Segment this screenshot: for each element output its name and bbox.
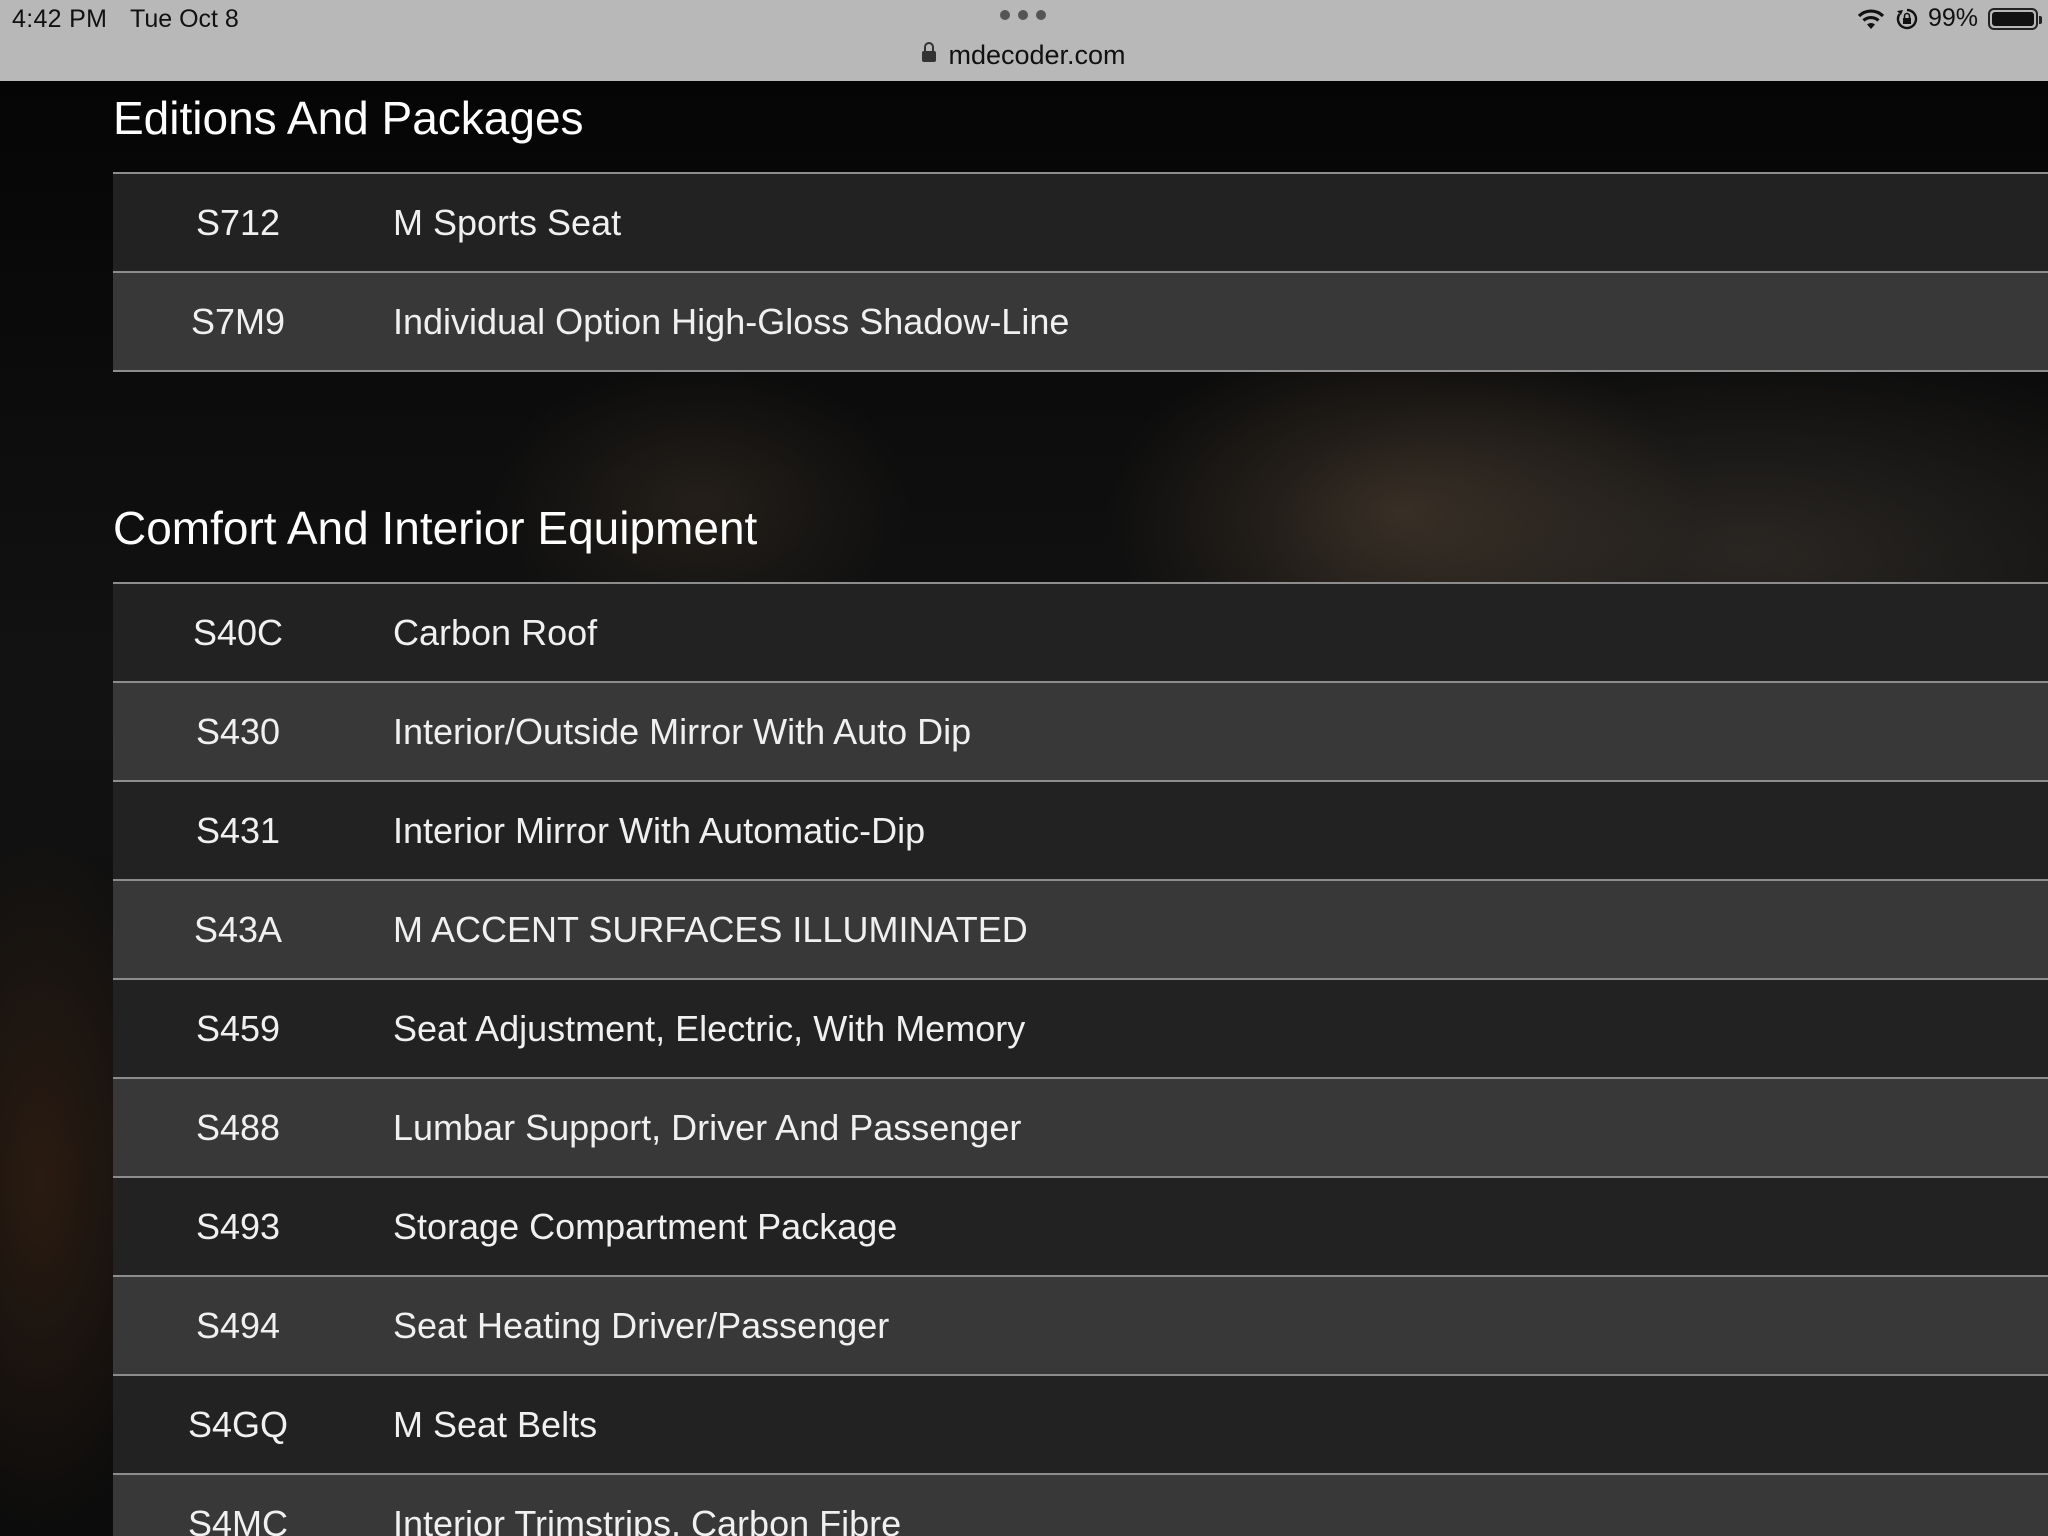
table-row: S4GQ M Seat Belts [113, 1376, 2048, 1475]
wifi-icon [1856, 8, 1886, 30]
status-icons: 99% [1856, 4, 2042, 33]
table-row: S431 Interior Mirror With Automatic-Dip [113, 782, 2048, 881]
option-description: Individual Option High-Gloss Shadow-Line [393, 300, 1070, 342]
url-text: mdecoder.com [948, 40, 1126, 70]
lock-icon [922, 42, 937, 62]
option-description: M Sports Seat [393, 201, 622, 243]
battery-icon [1988, 7, 2042, 30]
table-row: S430 Interior/Outside Mirror With Auto D… [113, 683, 2048, 782]
table-row: S4MC Interior Trimstrips, Carbon Fibre [113, 1475, 2048, 1536]
address-bar[interactable]: mdecoder.com [0, 40, 2048, 71]
table-row: S488 Lumbar Support, Driver And Passenge… [113, 1079, 2048, 1178]
table-row: S459 Seat Adjustment, Electric, With Mem… [113, 980, 2048, 1079]
editions-table: S712 M Sports Seat S7M9 Individual Optio… [113, 172, 2048, 372]
section-title-comfort: Comfort And Interior Equipment [113, 502, 758, 554]
section-title-editions: Editions And Packages [113, 92, 584, 144]
table-row: S712 M Sports Seat [113, 174, 2048, 273]
rotation-lock-icon [1896, 8, 1918, 30]
status-date: Tue Oct 8 [130, 5, 239, 33]
status-time: 4:42 PM [12, 5, 108, 33]
option-description: M Seat Belts [393, 1403, 598, 1445]
table-row: S43A M ACCENT SURFACES ILLUMINATED [113, 881, 2048, 980]
status-bar: 4:42 PM Tue Oct 8 mdecoder.com 99% [0, 0, 2048, 81]
option-description: Interior Trimstrips, Carbon Fibre [393, 1502, 902, 1536]
option-description: Seat Adjustment, Electric, With Memory [393, 1007, 1026, 1049]
table-row: S40C Carbon Roof [113, 584, 2048, 683]
table-row: S7M9 Individual Option High-Gloss Shadow… [113, 273, 2048, 372]
battery-fill [1992, 11, 2034, 26]
option-description: Seat Heating Driver/Passenger [393, 1304, 890, 1346]
comfort-table: S40C Carbon Roof S430 Interior/Outside M… [113, 582, 2048, 1536]
multitasking-dots-icon[interactable] [1000, 10, 1046, 20]
page-content: Editions And Packages S712 M Sports Seat… [0, 81, 2048, 1536]
table-row: S493 Storage Compartment Package [113, 1178, 2048, 1277]
option-description: Lumbar Support, Driver And Passenger [393, 1106, 1022, 1148]
battery-percent: 99% [1927, 4, 1978, 32]
option-description: Carbon Roof [393, 611, 598, 653]
table-row: S494 Seat Heating Driver/Passenger [113, 1277, 2048, 1376]
option-description: Interior/Outside Mirror With Auto Dip [393, 710, 972, 752]
option-description: Interior Mirror With Automatic-Dip [393, 809, 926, 851]
option-description: M ACCENT SURFACES ILLUMINATED [393, 908, 1028, 950]
option-description: Storage Compartment Package [393, 1205, 898, 1247]
